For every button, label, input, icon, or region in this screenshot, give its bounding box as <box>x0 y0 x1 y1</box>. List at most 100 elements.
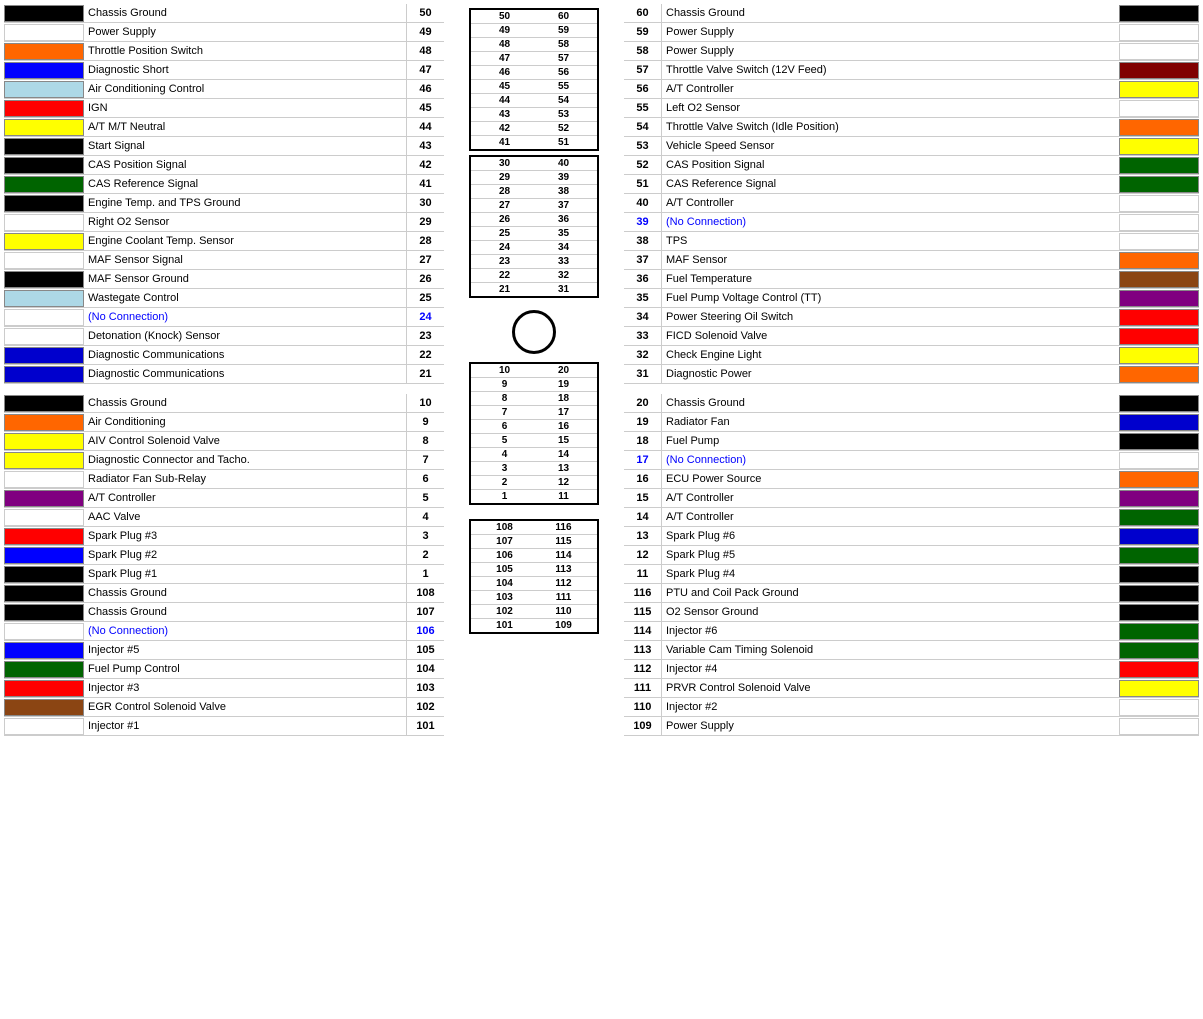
wire-color-swatch <box>1119 642 1199 659</box>
left-pin-row: Spark Plug #11 <box>4 565 444 584</box>
pin-number: 9 <box>406 413 444 431</box>
connector-cell-right: 12 <box>550 477 578 488</box>
left-pin-row: Chassis Ground108 <box>4 584 444 603</box>
pin-label: Power Supply <box>84 26 406 38</box>
right-pin-row: 34Power Steering Oil Switch <box>624 308 1199 327</box>
connector-cell-right: 110 <box>550 606 578 617</box>
left-pin-row: (No Connection)106 <box>4 622 444 641</box>
connector-cell-right: 60 <box>550 11 578 22</box>
page-container: Chassis Ground50Power Supply49Throttle P… <box>0 0 1203 740</box>
connector-cell-right: 116 <box>550 522 578 533</box>
right-panel: 60Chassis Ground59Power Supply58Power Su… <box>624 4 1199 736</box>
pin-number: 40 <box>624 194 662 212</box>
left-pin-row: AAC Valve4 <box>4 508 444 527</box>
pin-label: Left O2 Sensor <box>662 102 1119 114</box>
pin-label: Injector #5 <box>84 644 406 656</box>
left-pin-row: Diagnostic Connector and Tacho.7 <box>4 451 444 470</box>
connector-row: 4353 <box>471 108 597 122</box>
connector-cell-left: 30 <box>491 158 519 169</box>
pin-number: 17 <box>624 451 662 469</box>
right-pin-row: 18Fuel Pump <box>624 432 1199 451</box>
wire-color-swatch <box>1119 214 1199 231</box>
connector-row: 313 <box>471 462 597 476</box>
connector-cell-right: 36 <box>550 214 578 225</box>
wire-color-swatch <box>1119 585 1199 602</box>
pin-label: Wastegate Control <box>84 292 406 304</box>
pin-label: Throttle Valve Switch (Idle Position) <box>662 121 1119 133</box>
pin-number: 103 <box>406 679 444 697</box>
pin-label: ECU Power Source <box>662 473 1119 485</box>
connector-cell-right: 19 <box>550 379 578 390</box>
pin-number: 49 <box>406 23 444 41</box>
left-pin-row: MAF Sensor Ground26 <box>4 270 444 289</box>
pin-number: 47 <box>406 61 444 79</box>
wire-color-swatch <box>1119 433 1199 450</box>
connector-cell-left: 1 <box>491 491 519 502</box>
connector-row: 4555 <box>471 80 597 94</box>
pin-label: Chassis Ground <box>662 397 1119 409</box>
pin-number: 114 <box>624 622 662 640</box>
right-pin-row: 114Injector #6 <box>624 622 1199 641</box>
gap-row <box>4 384 444 394</box>
pin-number: 20 <box>624 394 662 412</box>
pin-label: A/T Controller <box>662 197 1119 209</box>
wire-color-swatch <box>1119 252 1199 269</box>
wire-color-swatch <box>4 271 84 288</box>
connector-row: 4454 <box>471 94 597 108</box>
pin-label: Injector #4 <box>662 663 1119 675</box>
connector-row: 717 <box>471 406 597 420</box>
connector-section: 1081161071151061141051131041121031111021… <box>469 519 599 634</box>
right-pin-row: 14A/T Controller <box>624 508 1199 527</box>
pin-number: 31 <box>624 365 662 383</box>
wire-color-swatch <box>1119 680 1199 697</box>
pin-label: Power Supply <box>662 45 1119 57</box>
wire-color-swatch <box>4 62 84 79</box>
pin-label: Spark Plug #5 <box>662 549 1119 561</box>
pin-number: 2 <box>406 546 444 564</box>
pin-label: Spark Plug #3 <box>84 530 406 542</box>
wire-color-swatch <box>1119 528 1199 545</box>
connector-cell-left: 106 <box>491 550 519 561</box>
wire-color-swatch <box>1119 471 1199 488</box>
connector-cell-left: 29 <box>491 172 519 183</box>
connector-cell-left: 2 <box>491 477 519 488</box>
wire-color-swatch <box>1119 233 1199 250</box>
wire-color-swatch <box>1119 395 1199 412</box>
pin-number: 29 <box>406 213 444 231</box>
pin-number: 105 <box>406 641 444 659</box>
pin-number: 43 <box>406 137 444 155</box>
left-pin-row: (No Connection)24 <box>4 308 444 327</box>
connector-cell-left: 24 <box>491 242 519 253</box>
pin-number: 112 <box>624 660 662 678</box>
pin-number: 15 <box>624 489 662 507</box>
connector-cell-left: 42 <box>491 123 519 134</box>
pin-label: Power Supply <box>662 26 1119 38</box>
wire-color-swatch <box>4 528 84 545</box>
pin-label: AAC Valve <box>84 511 406 523</box>
connector-section: 1020919818717616515414313212111 <box>469 362 599 505</box>
connector-row: 5060 <box>471 10 597 24</box>
connector-row: 515 <box>471 434 597 448</box>
pin-label: Spark Plug #6 <box>662 530 1119 542</box>
pin-number: 44 <box>406 118 444 136</box>
wire-color-swatch <box>1119 43 1199 60</box>
pin-label: Spark Plug #4 <box>662 568 1119 580</box>
pin-label: A/T M/T Neutral <box>84 121 406 133</box>
right-pin-row: 11Spark Plug #4 <box>624 565 1199 584</box>
pin-label: Engine Temp. and TPS Ground <box>84 197 406 209</box>
right-pin-row: 111PRVR Control Solenoid Valve <box>624 679 1199 698</box>
connector-section: 5060495948584757465645554454435342524151 <box>469 8 599 151</box>
connector-cell-right: 112 <box>550 578 578 589</box>
right-pin-row: 33FICD Solenoid Valve <box>624 327 1199 346</box>
pin-number: 10 <box>406 394 444 412</box>
connector-cell-right: 31 <box>550 284 578 295</box>
connector-cell-left: 102 <box>491 606 519 617</box>
wire-color-swatch <box>4 176 84 193</box>
wire-color-swatch <box>4 452 84 469</box>
right-pin-row: 59Power Supply <box>624 23 1199 42</box>
connector-cell-left: 23 <box>491 256 519 267</box>
connector-section: 3040293928382737263625352434233322322131 <box>469 155 599 298</box>
pin-label: A/T Controller <box>662 511 1119 523</box>
pin-label: PTU and Coil Pack Ground <box>662 587 1119 599</box>
left-pin-row: Detonation (Knock) Sensor23 <box>4 327 444 346</box>
